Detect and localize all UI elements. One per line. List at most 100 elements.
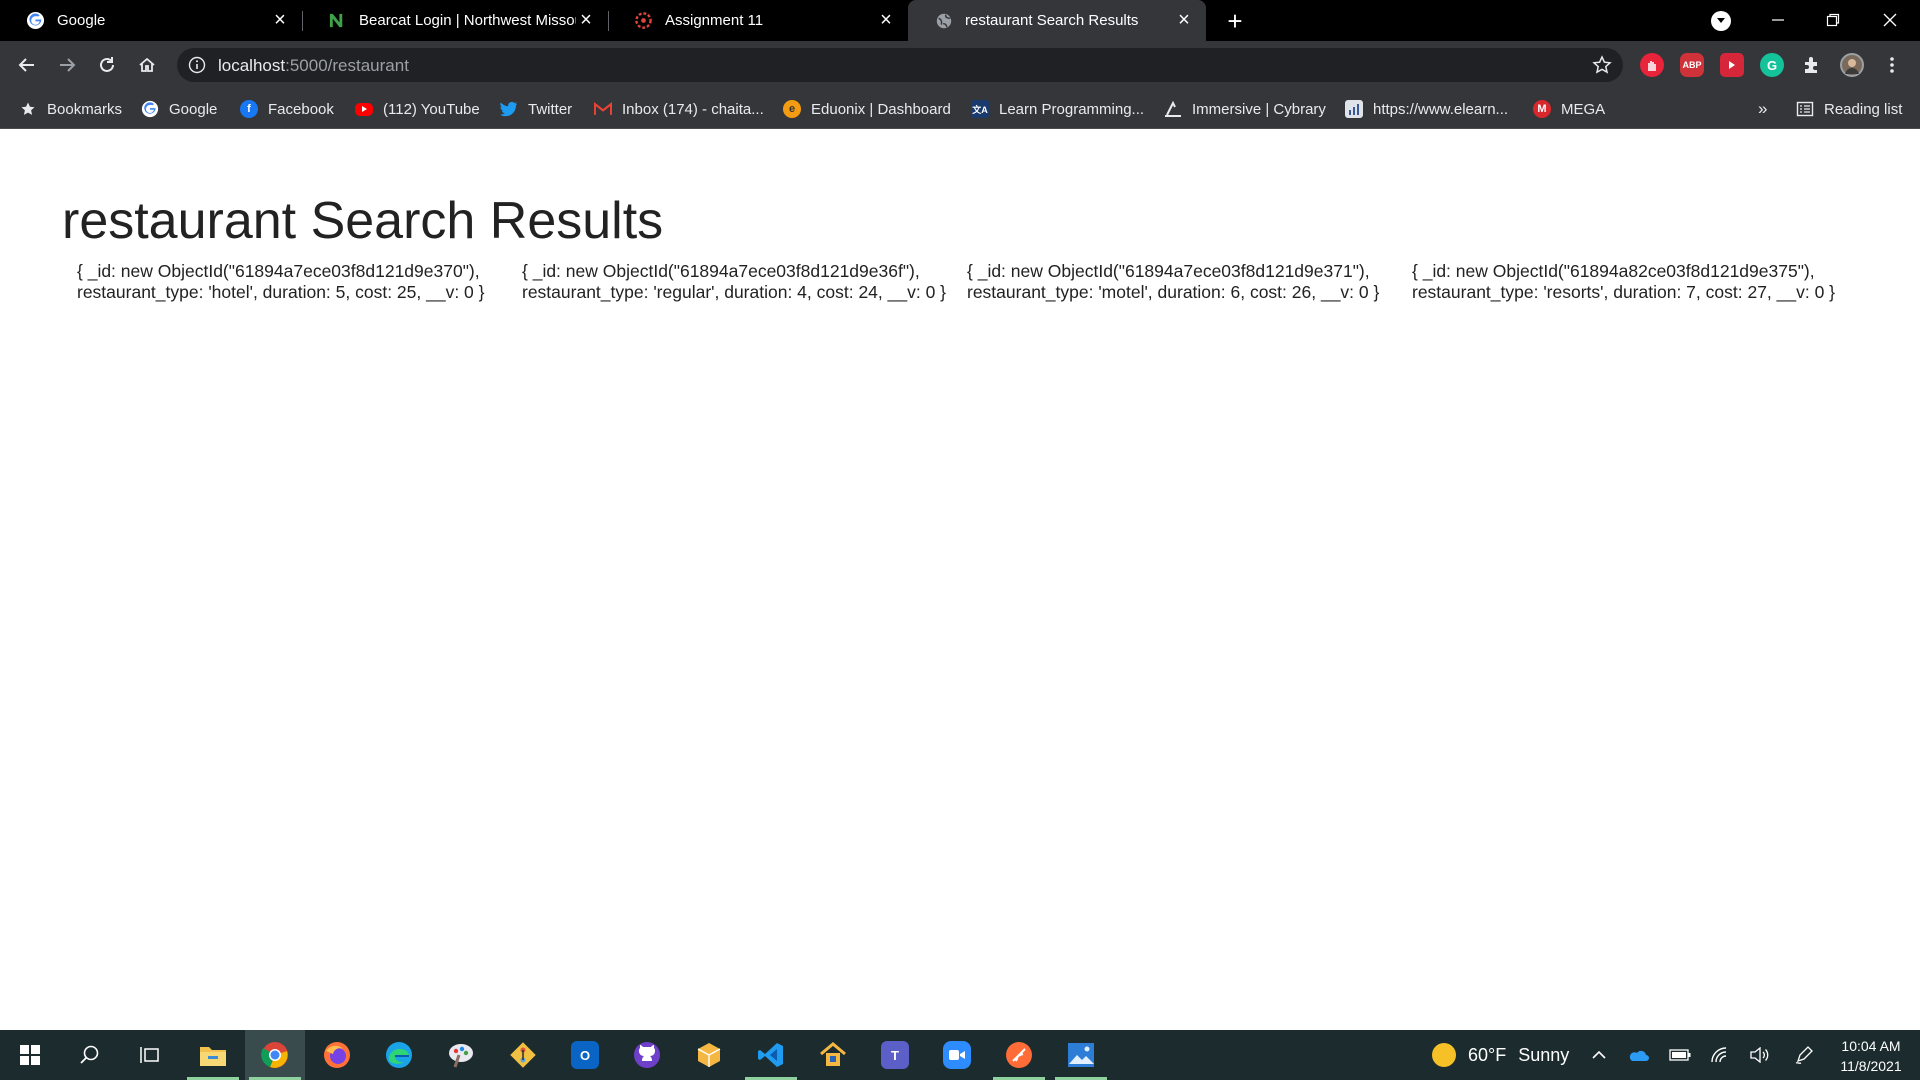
zoom-badge (943, 1041, 971, 1069)
menu-kebab-icon[interactable] (1880, 53, 1904, 77)
paint-icon[interactable] (431, 1030, 491, 1080)
clock-date: 11/8/2021 (1840, 1058, 1902, 1074)
postman-icon[interactable] (989, 1030, 1049, 1080)
bookmark-label: Immersive | Cybrary (1192, 100, 1326, 118)
google-icon (26, 11, 45, 30)
volume-icon[interactable] (1749, 1045, 1771, 1065)
page-content: restaurant Search Results { _id: new Obj… (0, 129, 1920, 1030)
learn-icon: 文A (971, 100, 989, 118)
restore-button[interactable] (1813, 6, 1853, 34)
wifi-icon[interactable] (1709, 1045, 1731, 1065)
task-view-icon[interactable] (120, 1030, 180, 1080)
bookmark-learn-programming[interactable]: 文A Learn Programming... (971, 89, 1144, 129)
sun-icon (1432, 1043, 1456, 1067)
zoom-icon[interactable] (927, 1030, 987, 1080)
system-clock[interactable]: 10:04 AM 11/8/2021 (1830, 1036, 1912, 1076)
tab-title: restaurant Search Results (965, 12, 1139, 29)
eduonix-icon: e (783, 100, 801, 118)
tab-google[interactable]: Google × (0, 0, 302, 41)
teams-icon[interactable]: T (865, 1030, 925, 1080)
tab-title: Assignment 11 (665, 12, 764, 29)
weather-widget[interactable]: 60°F Sunny (1432, 1030, 1569, 1080)
bookmark-google[interactable]: Google (141, 89, 217, 129)
github-desktop-icon[interactable] (617, 1030, 677, 1080)
close-icon[interactable]: × (576, 9, 596, 31)
bookmarks-bar: Bookmarks Google f Facebook (112) YouTub… (0, 89, 1920, 129)
reload-button[interactable] (93, 51, 121, 79)
stop-extension-icon[interactable] (1640, 53, 1664, 77)
url-path: :5000/restaurant (285, 56, 409, 75)
chevron-up-icon[interactable] (1588, 1045, 1610, 1065)
bookmark-youtube[interactable]: (112) YouTube (355, 89, 480, 129)
facebook-icon: f (240, 100, 258, 118)
back-button[interactable] (13, 51, 41, 79)
vpn-lock-icon[interactable] (803, 1030, 863, 1080)
close-icon[interactable]: × (876, 9, 896, 31)
outlook-icon[interactable]: O (555, 1030, 615, 1080)
globe-icon (934, 11, 953, 30)
minimize-button[interactable] (1758, 6, 1798, 34)
firefox-icon[interactable] (307, 1030, 367, 1080)
cybrary-icon (1164, 100, 1182, 118)
forward-button[interactable] (53, 51, 81, 79)
battery-icon[interactable] (1669, 1045, 1691, 1065)
video-extension-icon[interactable] (1720, 53, 1744, 77)
windows-taskbar: O T 60°F Sunny 10:04 AM 11/8/2021 (0, 1030, 1920, 1080)
search-icon[interactable] (60, 1030, 120, 1080)
onedrive-icon[interactable] (1627, 1045, 1649, 1065)
elearn-icon (1345, 100, 1363, 118)
weather-condition: Sunny (1518, 1044, 1570, 1065)
file-explorer-icon[interactable] (183, 1030, 243, 1080)
bookmark-bookmarks[interactable]: Bookmarks (19, 89, 122, 129)
twitter-icon (500, 100, 518, 118)
bookmark-mega[interactable]: M MEGA (1533, 89, 1605, 129)
result-item: { _id: new ObjectId("61894a7ece03f8d121d… (967, 261, 1380, 302)
grammarly-icon[interactable]: G (1760, 53, 1784, 77)
git-icon[interactable] (493, 1030, 553, 1080)
results-list: { _id: new ObjectId("61894a7ece03f8d121d… (77, 261, 1857, 303)
tab-restaurant-search-results[interactable]: restaurant Search Results × (908, 0, 1206, 41)
photos-icon[interactable] (1051, 1030, 1111, 1080)
bookmark-cybrary[interactable]: Immersive | Cybrary (1164, 89, 1326, 129)
edge-icon[interactable] (369, 1030, 429, 1080)
star-icon (19, 100, 37, 118)
chrome-icon[interactable] (245, 1030, 305, 1080)
tab-search-icon[interactable] (1711, 11, 1731, 31)
bookmark-gmail[interactable]: Inbox (174) - chaita... (594, 89, 764, 129)
close-window-button[interactable] (1870, 6, 1910, 34)
address-bar[interactable]: localhost:5000/restaurant (177, 48, 1623, 82)
bookmark-eduonix[interactable]: e Eduonix | Dashboard (783, 89, 951, 129)
reading-list-button[interactable]: Reading list (1796, 89, 1902, 129)
close-icon[interactable]: × (1174, 9, 1194, 31)
adblock-plus-icon[interactable]: ABP (1680, 53, 1704, 77)
google-icon (141, 100, 159, 118)
bookmark-star-icon[interactable] (1591, 54, 1613, 76)
bookmark-label: MEGA (1561, 100, 1606, 118)
extensions-puzzle-icon[interactable] (1800, 53, 1824, 77)
bookmark-twitter[interactable]: Twitter (500, 89, 572, 129)
site-info-icon[interactable] (188, 56, 206, 74)
tab-bearcat-login[interactable]: Bearcat Login | Northwest Missou × (302, 0, 608, 41)
start-button[interactable] (0, 1030, 60, 1080)
tab-assignment-11[interactable]: Assignment 11 × (608, 0, 908, 41)
bookmarks-overflow-button[interactable]: » (1758, 89, 1767, 129)
teams-badge: T (881, 1041, 909, 1069)
pen-icon[interactable] (1793, 1045, 1815, 1065)
reading-list-label: Reading list (1824, 100, 1903, 118)
tab-title: Bearcat Login | Northwest Missou (359, 12, 576, 29)
profile-avatar[interactable] (1840, 53, 1864, 77)
weather-temperature: 60°F (1468, 1044, 1507, 1065)
bookmark-label: Facebook (268, 100, 334, 118)
mega-icon: M (1533, 100, 1551, 118)
assignment-icon (634, 11, 653, 30)
reading-list-icon (1796, 100, 1814, 118)
3d-box-icon[interactable] (679, 1030, 739, 1080)
bookmark-facebook[interactable]: f Facebook (240, 89, 334, 129)
vscode-icon[interactable] (741, 1030, 801, 1080)
tab-strip: Google × Bearcat Login | Northwest Misso… (0, 0, 1920, 41)
url-text: localhost:5000/restaurant (218, 56, 409, 76)
new-tab-button[interactable]: + (1222, 8, 1248, 34)
close-icon[interactable]: × (270, 9, 290, 31)
bookmark-elearn[interactable]: https://www.elearn... (1345, 89, 1508, 129)
home-button[interactable] (133, 51, 161, 79)
